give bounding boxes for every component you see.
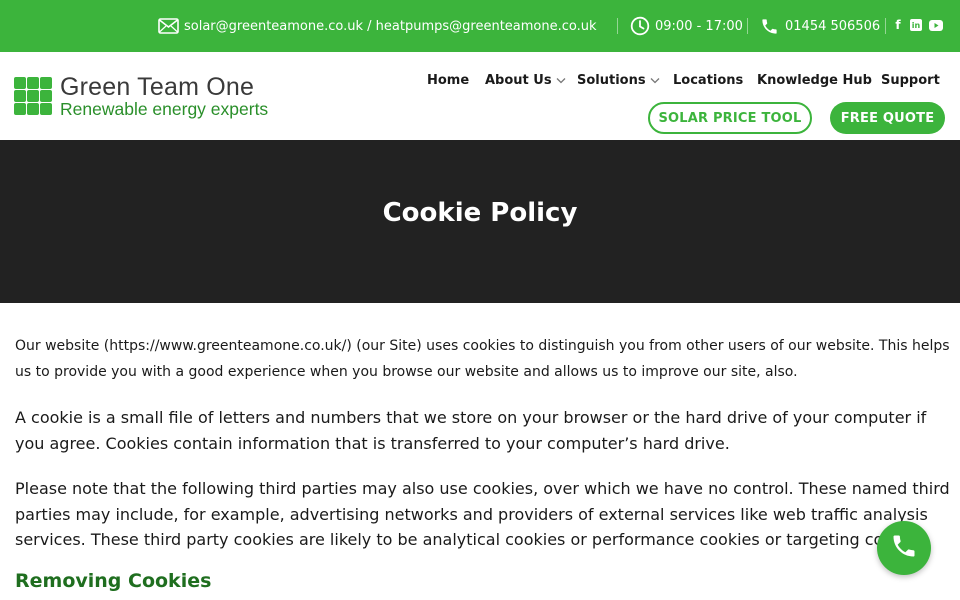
page-hero: Cookie Policy [0,140,960,303]
call-button[interactable] [877,521,931,575]
free-quote-button[interactable]: FREE QUOTE [830,102,945,134]
nav-home[interactable]: Home [427,70,469,90]
site-logo[interactable]: Green Team One Renewable energy experts [14,73,268,119]
nav-label: About Us [485,72,552,88]
phone-icon [760,17,779,36]
divider [747,18,748,34]
linkedin-icon[interactable]: in [909,17,923,33]
youtube-icon[interactable] [928,17,944,33]
envelope-icon [158,18,179,34]
phone-icon [890,532,918,564]
solar-price-tool-button[interactable]: SOLAR PRICE TOOL [648,102,812,134]
cookie-definition-paragraph: A cookie is a small file of letters and … [15,408,927,453]
nav-label: Knowledge Hub [757,72,872,88]
nav-label: Locations [673,72,744,88]
email-text[interactable]: solar@greenteamone.co.uk / heatpumps@gre… [184,19,597,34]
top-contact-bar: solar@greenteamone.co.uk / heatpumps@gre… [0,0,960,52]
linkedin-glyph: in [910,19,922,31]
phone-contact[interactable]: 01454 506506 [760,0,880,52]
nav-about-us[interactable]: About Us [485,70,566,90]
brand-tagline: Renewable energy experts [60,99,269,119]
chevron-down-icon [650,73,660,88]
nav-locations[interactable]: Locations [673,70,743,90]
nav-solutions[interactable]: Solutions [577,70,660,90]
nav-label: Home [427,72,470,88]
email-contact[interactable]: solar@greenteamone.co.uk / heatpumps@gre… [158,0,597,52]
opening-hours: 09:00 - 17:00 [630,0,743,52]
page-title: Cookie Policy [382,198,578,228]
divider [617,18,618,34]
chevron-down-icon [556,73,566,88]
page-content: Our website (https://www.greenteamone.co… [15,333,950,592]
removing-cookies-heading: Removing Cookies [15,569,212,592]
phone-text[interactable]: 01454 506506 [785,19,880,34]
brand-name: Green Team One [60,73,255,101]
nav-knowledge-hub[interactable]: Knowledge Hub [757,70,872,90]
facebook-icon[interactable]: f [891,17,905,33]
nav-label: Solutions [577,72,646,88]
hours-text: 09:00 - 17:00 [655,18,743,34]
divider [885,18,886,34]
site-header: Green Team One Renewable energy experts … [0,52,960,140]
nav-support[interactable]: Support [881,70,940,90]
nav-label: Support [881,72,940,88]
clock-icon [630,16,650,36]
intro-paragraph: Our website (https://www.greenteamone.co… [15,338,950,380]
third-party-paragraph: Please note that the following third par… [15,479,950,549]
logo-mark [14,77,54,117]
